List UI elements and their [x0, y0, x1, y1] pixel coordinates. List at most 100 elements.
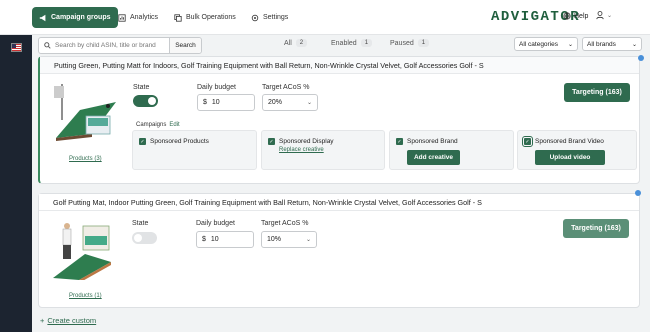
count-badge: 1 — [360, 39, 373, 47]
select-value: All brands — [587, 40, 616, 48]
campaign-sponsored-brand: ✓ Sponsored Brand Add creative — [389, 130, 514, 170]
segment-label: Enabled — [331, 39, 357, 47]
state-label: State — [133, 84, 150, 91]
currency-symbol: $ — [202, 236, 206, 243]
card-title: Putting Green, Putting Matt for Indoors,… — [40, 57, 639, 74]
tab-campaign-groups[interactable]: Campaign groups — [32, 7, 118, 28]
create-custom-link[interactable]: + Create custom — [40, 316, 96, 325]
daily-budget-label: Daily budget — [197, 84, 236, 91]
add-creative-button[interactable]: Add creative — [407, 150, 460, 165]
checkbox[interactable]: ✓ — [268, 138, 275, 145]
campaign-sponsored-brand-video: ✓ Sponsored Brand Video Upload video — [517, 130, 637, 170]
search-box: Search — [38, 37, 202, 54]
tab-label: Campaign groups — [51, 14, 111, 21]
target-acos-select[interactable]: 20% ⌄ — [262, 94, 318, 111]
state-toggle[interactable] — [133, 95, 158, 107]
create-custom-label: Create custom — [47, 316, 97, 325]
tab-label: Bulk Operations — [186, 14, 236, 21]
select-value: All categories — [519, 40, 559, 48]
campaign-sponsored-products: ✓ Sponsored Products — [132, 130, 257, 170]
product-image[interactable] — [50, 80, 120, 142]
checkbox[interactable]: ✓ — [522, 136, 533, 147]
chevron-down-icon: ⌄ — [305, 237, 311, 243]
help-link[interactable]: Help — [563, 12, 588, 20]
chevron-down-icon: ⌄ — [631, 41, 637, 48]
acos-value: 10% — [267, 236, 282, 243]
categories-select[interactable]: All categories ⌄ — [514, 37, 578, 51]
upload-video-button[interactable]: Upload video — [535, 150, 605, 165]
daily-budget-input[interactable]: $ 10 — [196, 231, 254, 248]
help-label: Help — [574, 12, 589, 20]
megaphone-icon — [39, 14, 46, 21]
toggle-knob — [148, 97, 156, 105]
gear-icon — [251, 14, 259, 21]
tab-bulk-operations[interactable]: Bulk Operations — [174, 7, 236, 28]
target-acos-label: Target ACoS % — [261, 220, 309, 227]
campaigns-edit-link[interactable]: Edit — [169, 122, 179, 128]
chevron-down-icon: ⌄ — [607, 13, 613, 19]
targeting-button[interactable]: Targeting (163) — [564, 83, 630, 102]
user-menu[interactable]: ⌄ — [596, 11, 612, 20]
chevron-down-icon: ⌄ — [567, 41, 573, 48]
products-link[interactable]: Products (3) — [69, 156, 102, 162]
count-badge: 1 — [417, 39, 430, 47]
campaign-row: ✓ Sponsored Brand — [396, 138, 458, 145]
campaign-group-card: Putting Green, Putting Matt for Indoors,… — [38, 55, 644, 184]
filter-bar: Search All 2 Enabled 1 Paused 1 All cate… — [38, 37, 644, 55]
status-dot — [638, 55, 644, 61]
chart-icon — [118, 13, 126, 22]
segment-all[interactable]: All 2 — [284, 39, 308, 47]
checkbox[interactable]: ✓ — [396, 138, 403, 145]
campaign-sponsored-display: ✓ Sponsored Display Replace creative — [261, 130, 385, 170]
count-badge: 2 — [295, 39, 308, 47]
campaign-name: Sponsored Brand Video — [535, 138, 604, 145]
copy-icon — [174, 13, 182, 22]
brands-select[interactable]: All brands ⌄ — [582, 37, 642, 51]
checkbox[interactable]: ✓ — [139, 138, 146, 145]
daily-budget-input[interactable]: $ 10 — [197, 94, 255, 111]
plus-icon: + — [40, 316, 45, 325]
budget-value: 10 — [210, 236, 219, 243]
us-flag-icon[interactable] — [11, 43, 22, 52]
campaigns-header: Campaigns Edit — [136, 122, 180, 128]
target-acos-label: Target ACoS % — [262, 84, 310, 91]
targeting-button[interactable]: Targeting (163) — [563, 219, 629, 238]
target-acos-select[interactable]: 10% ⌄ — [261, 231, 317, 248]
top-navigation-bar: Campaign groups Analytics Bulk Operation… — [0, 0, 650, 35]
segment-label: All — [284, 39, 292, 47]
card-title: Golf Putting Mat, Indoor Putting Green, … — [39, 194, 639, 211]
currency-symbol: $ — [203, 99, 207, 106]
segment-label: Paused — [390, 39, 414, 47]
tab-label: Analytics — [130, 14, 159, 21]
campaigns-label: Campaigns — [136, 122, 167, 128]
search-icon — [44, 42, 51, 49]
tab-settings[interactable]: Settings — [251, 7, 288, 28]
status-dot — [635, 190, 641, 196]
acos-value: 20% — [268, 99, 283, 106]
daily-budget-label: Daily budget — [196, 220, 235, 227]
toggle-knob — [134, 234, 142, 242]
user-icon — [596, 11, 604, 20]
tab-label: Settings — [263, 14, 289, 21]
chevron-down-icon: ⌄ — [306, 100, 312, 106]
tab-analytics[interactable]: Analytics — [118, 7, 158, 28]
segment-paused[interactable]: Paused 1 — [390, 39, 430, 47]
products-link[interactable]: Products (1) — [69, 293, 102, 299]
campaign-row: ✓ Sponsored Brand Video — [522, 136, 604, 147]
campaign-row: ✓ Sponsored Display — [268, 138, 334, 145]
globe-icon — [563, 12, 571, 20]
campaign-group-card: Golf Putting Mat, Indoor Putting Green, … — [38, 190, 641, 308]
product-image[interactable] — [49, 218, 119, 283]
segment-enabled[interactable]: Enabled 1 — [331, 39, 373, 47]
search-button[interactable]: Search — [169, 38, 201, 53]
state-toggle[interactable] — [132, 232, 157, 244]
campaign-name: Sponsored Display — [279, 138, 334, 145]
campaign-name: Sponsored Brand — [407, 138, 458, 145]
replace-creative-link[interactable]: Replace creative — [279, 147, 324, 153]
budget-value: 10 — [211, 99, 220, 106]
campaign-name: Sponsored Products — [150, 138, 209, 145]
search-input[interactable] — [55, 42, 163, 49]
campaign-row: ✓ Sponsored Products — [139, 138, 209, 145]
state-label: State — [132, 220, 149, 227]
sidebar — [0, 35, 32, 332]
